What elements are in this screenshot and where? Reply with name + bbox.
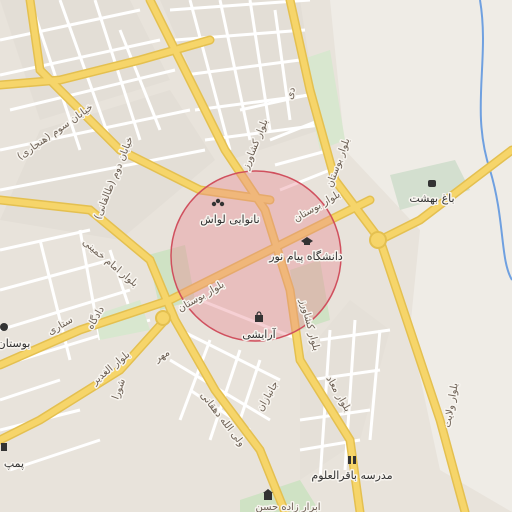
bottom-street-label: ابرار زاده حسن [255,502,320,512]
poi-label-school: مدرسه باقرالعلوم [311,469,392,482]
map-canvas[interactable]: بلوار کشاورز بلوار کشاورز بلوار بوستان ب… [0,0,512,512]
poi-label-bagh-behesht: باغ بهشت [409,192,454,205]
map-view[interactable]: بلوار کشاورز بلوار کشاورز بلوار بوستان ب… [0,0,512,512]
cemetery-icon [428,180,436,187]
poi-label-fuel: پمپ [4,457,24,470]
poi-label-shop: آرایشی [242,327,276,341]
park-icon [0,323,8,331]
fuel-icon [1,443,7,451]
poi-label-university: دانشگاه پیام نور [268,250,343,263]
poi-label-park: بوستان [0,337,30,350]
poi-label-bakery: نانوایی لواش [200,213,259,226]
